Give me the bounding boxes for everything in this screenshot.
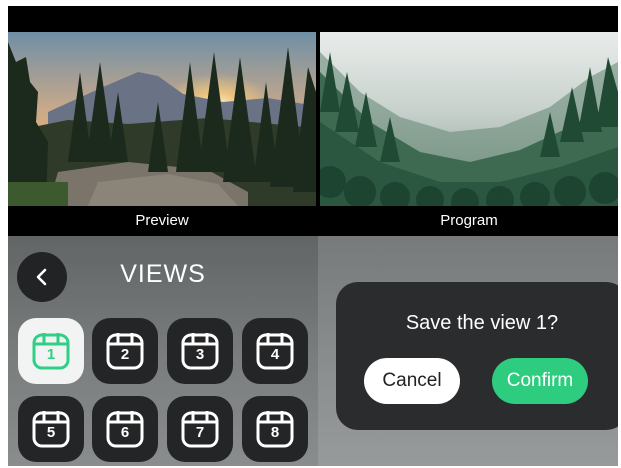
view-button-6[interactable]: 6 [92,396,158,462]
dialog-message: Save the view 1? [405,312,559,334]
calendar-icon: 7 [179,408,221,450]
calendar-icon: 8 [254,408,296,450]
program-label: Program [440,212,498,229]
view-button-5[interactable]: 5 [18,396,84,462]
views-title: VIEWS [120,260,206,288]
calendar-icon: 2 [104,330,146,372]
app-stage: Preview Program VIEWS 1 2 3 4 5 6 7 8 Sa… [8,6,618,466]
view-number: 6 [120,424,130,441]
chevron-left-icon [36,268,47,286]
view-button-8[interactable]: 8 [242,396,308,462]
calendar-icon: 4 [254,330,296,372]
view-number: 8 [270,424,280,441]
program-image [320,32,618,206]
back-button[interactable] [17,252,67,302]
dialog-backdrop: Save the view 1? Cancel Confirm [318,236,618,466]
save-view-dialog: Save the view 1? Cancel Confirm [336,282,618,430]
program-monitor[interactable] [320,32,618,206]
preview-label: Preview [135,212,189,229]
confirm-button[interactable]: Confirm [492,358,588,404]
view-number: 1 [46,346,56,363]
view-number: 3 [195,346,205,363]
cancel-button[interactable]: Cancel [364,358,460,404]
calendar-icon: 3 [179,330,221,372]
view-button-7[interactable]: 7 [167,396,233,462]
view-number: 4 [270,346,280,363]
calendar-icon: 1 [30,330,72,372]
view-number: 5 [46,424,56,441]
preview-monitor[interactable] [8,32,316,206]
view-button-4[interactable]: 4 [242,318,308,384]
view-button-1[interactable]: 1 [18,318,84,384]
view-number: 7 [195,424,205,441]
preview-image [8,32,316,206]
view-number: 2 [120,346,130,363]
views-panel: VIEWS 1 2 3 4 5 6 7 8 [8,236,318,466]
calendar-icon: 6 [104,408,146,450]
view-button-3[interactable]: 3 [167,318,233,384]
view-button-2[interactable]: 2 [92,318,158,384]
calendar-icon: 5 [30,408,72,450]
